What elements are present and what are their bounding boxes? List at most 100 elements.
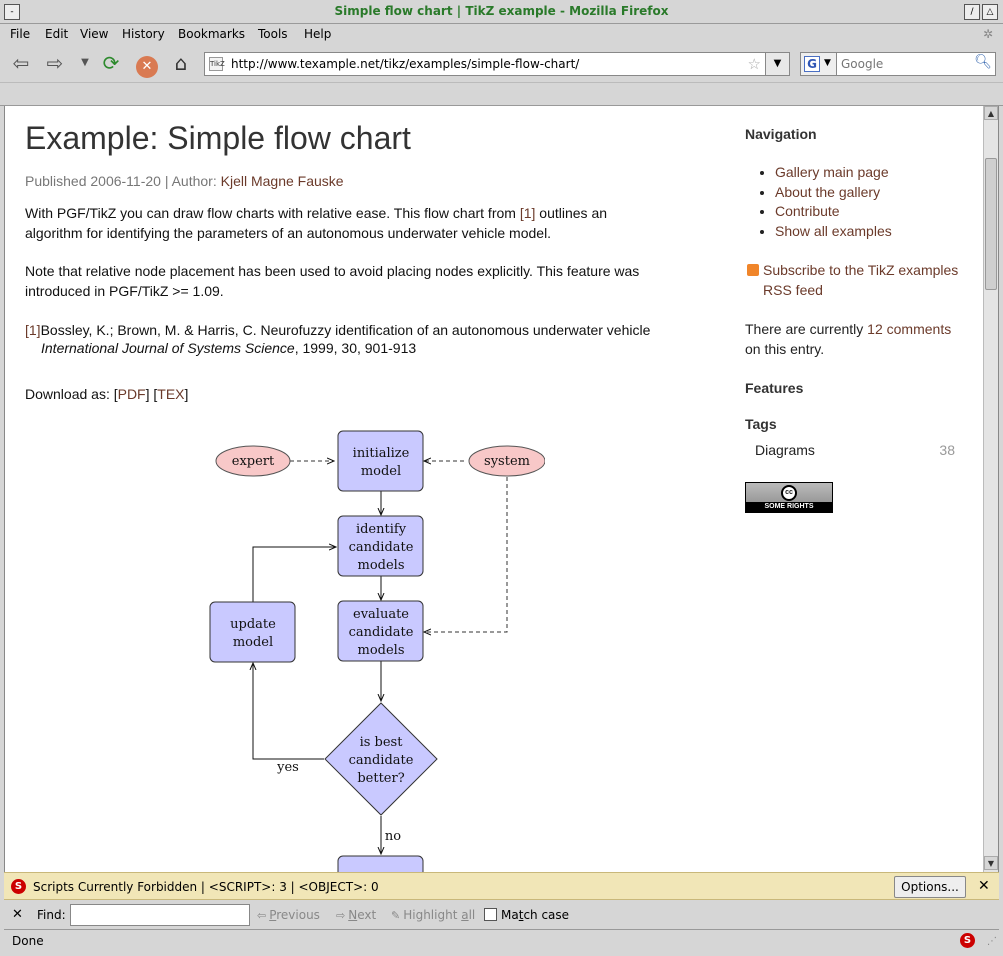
window-titlebar: - Simple flow chart | TikZ example - Moz… <box>0 0 1003 24</box>
creative-commons-badge[interactable]: cc SOME RIGHTS RESERVED <box>745 482 833 520</box>
maximize-button[interactable]: △ <box>982 4 998 20</box>
reference-link[interactable]: [1] <box>520 205 536 221</box>
download-tex-link[interactable]: TEX <box>157 386 184 402</box>
edge-update-identify <box>252 547 336 602</box>
navigation-toolbar: ⇦ ⇨ ▼ ⟳ ✕ ⌂ TikZ http://www.texample.net… <box>0 44 1003 82</box>
noscript-icon: S <box>11 879 26 894</box>
search-engine-selector[interactable]: G ▼ <box>801 53 837 75</box>
edge-decision-update <box>253 663 324 760</box>
nav-item-label[interactable]: Contribute <box>775 203 840 219</box>
edge-label-no: no <box>385 829 401 844</box>
download-pdf-link[interactable]: PDF <box>118 386 146 402</box>
nav-item-gallery-main[interactable]: Gallery main page <box>775 163 892 183</box>
nav-item-about[interactable]: About the gallery <box>775 183 892 203</box>
scroll-down-icon[interactable]: ▼ <box>984 856 998 870</box>
minimize-button[interactable]: / <box>964 4 980 20</box>
note-line-2: introduced in PGF/TikZ >= 1.09. <box>25 282 224 299</box>
node-init-label-2: model <box>361 464 401 479</box>
match-case-label[interactable]: Match case <box>501 908 569 922</box>
rss-line-1[interactable]: Subscribe to the TikZ examples <box>763 262 958 278</box>
node-decision-label-3: better? <box>357 771 404 786</box>
close-find-icon[interactable]: ✕ <box>12 907 23 922</box>
reference-details: , 1999, 30, 901-913 <box>294 340 417 356</box>
resize-grip-icon[interactable]: ⋰ <box>987 936 997 947</box>
rss-icon <box>747 264 759 276</box>
bookmark-star-icon[interactable]: ☆ <box>748 55 761 73</box>
url-bar[interactable]: TikZ http://www.texample.net/tikz/exampl… <box>204 52 790 76</box>
nav-item-label[interactable]: About the gallery <box>775 184 880 200</box>
rss-subscribe-link[interactable]: Subscribe to the TikZ examples RSS feed <box>763 261 973 300</box>
scrollbar-thumb[interactable] <box>985 158 997 290</box>
highlight-accel: a <box>461 908 469 922</box>
google-icon: G <box>804 56 820 72</box>
article-meta: Published 2006-11-20 | Author: Kjell Mag… <box>25 173 344 189</box>
menu-file[interactable]: File <box>10 27 30 41</box>
nav-item-label[interactable]: Show all examples <box>775 223 892 239</box>
search-bar[interactable]: G ▼ 🔍︎ <box>800 52 996 76</box>
rss-line-2[interactable]: RSS feed <box>763 282 823 298</box>
bookmarks-toolbar <box>0 82 1003 106</box>
edge-system-evaluate <box>424 477 508 632</box>
forward-button[interactable]: ⇨ <box>42 51 68 77</box>
menu-edit[interactable]: Edit <box>45 27 68 41</box>
tag-name[interactable]: Diagrams <box>755 442 815 458</box>
home-icon[interactable]: ⌂ <box>168 51 194 77</box>
menu-bookmarks[interactable]: Bookmarks <box>178 27 245 41</box>
vertical-scrollbar[interactable]: ▲ ▼ <box>983 106 998 872</box>
node-expert-label: expert <box>232 454 275 469</box>
node-identify-label-1: identify <box>356 522 407 537</box>
match-case-checkbox[interactable] <box>484 908 497 921</box>
node-evaluate-label-3: models <box>358 643 405 658</box>
url-dropdown-button[interactable]: ▼ <box>765 53 789 75</box>
comments-info: There are currently 12 comments on this … <box>745 320 965 359</box>
comments-text-b: on this entry. <box>745 340 825 357</box>
nav-item-label[interactable]: Gallery main page <box>775 164 889 180</box>
reference-source: International Journal of Systems Science… <box>41 340 416 356</box>
edge-label-yes: yes <box>276 760 299 775</box>
status-text: Done <box>12 934 44 948</box>
menu-view[interactable]: View <box>80 27 108 41</box>
comments-text-a: There are currently <box>745 321 868 337</box>
cc-icon: cc <box>781 485 797 501</box>
history-dropdown-icon[interactable]: ▼ <box>72 51 98 77</box>
stop-button[interactable]: ✕ <box>134 51 160 78</box>
node-decision-label-2: candidate <box>349 753 414 768</box>
menu-help[interactable]: Help <box>304 27 331 41</box>
page-title: Example: Simple flow chart <box>25 120 411 156</box>
navigation-heading: Navigation <box>745 126 817 142</box>
back-button[interactable]: ⇦ <box>8 51 34 77</box>
window-title: Simple flow chart | TikZ example - Mozil… <box>334 4 669 18</box>
reload-icon[interactable]: ⟳ <box>98 51 124 77</box>
download-label: Download as: <box>25 386 110 402</box>
find-previous-button[interactable]: ⇦ Previous <box>257 908 320 922</box>
throbber-icon: ✲ <box>983 27 994 41</box>
close-icon[interactable]: ✕ <box>978 878 990 894</box>
menu-history[interactable]: History <box>122 27 165 41</box>
find-next-label: ext <box>357 908 377 922</box>
nav-item-show-all[interactable]: Show all examples <box>775 222 892 242</box>
reference-entry: [1]Bossley, K.; Brown, M. & Harris, C. N… <box>25 321 665 341</box>
node-stop-partial <box>337 855 424 872</box>
tag-row[interactable]: Diagrams 38 <box>755 442 955 458</box>
download-line: Download as: [PDF] [TEX] <box>25 386 189 402</box>
note-paragraph: Note that relative node placement has be… <box>25 262 665 301</box>
search-icon[interactable]: 🔍︎ <box>974 54 992 70</box>
nav-item-contribute[interactable]: Contribute <box>775 202 892 222</box>
search-input[interactable] <box>841 56 971 72</box>
node-system-label: system <box>484 454 530 469</box>
reference-label[interactable]: [1] <box>25 322 41 338</box>
scroll-up-icon[interactable]: ▲ <box>984 106 998 120</box>
noscript-status-icon[interactable]: S <box>960 933 975 948</box>
url-text[interactable]: http://www.texample.net/tikz/examples/si… <box>231 57 579 71</box>
noscript-options-button[interactable]: Options... <box>894 876 966 898</box>
find-next-button[interactable]: ⇨ Next <box>336 908 376 922</box>
menu-tools[interactable]: Tools <box>258 27 288 41</box>
intro-paragraph: With PGF/TikZ you can draw flow charts w… <box>25 204 665 243</box>
find-bar: ✕ Find: ⇦ Previous ⇨ Next ✎ Highlight all M… <box>4 900 999 930</box>
node-decision-label-1: is best <box>360 735 404 750</box>
author-link[interactable]: Kjell Magne Fauske <box>221 173 344 189</box>
highlight-label-a: Highlight <box>403 908 462 922</box>
highlight-all-button[interactable]: ✎ Highlight all <box>391 908 475 922</box>
find-input[interactable] <box>70 904 250 926</box>
comments-link[interactable]: 12 comments <box>867 321 951 337</box>
